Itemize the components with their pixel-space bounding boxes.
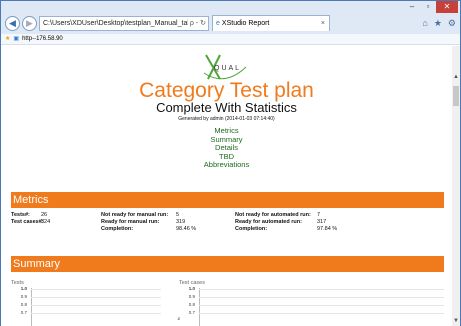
stat-label: Ready for manual run: <box>101 219 160 225</box>
logo-text: QUAL <box>214 65 242 72</box>
back-button[interactable]: ◀ <box>5 15 20 31</box>
gridline <box>31 305 161 306</box>
gridline <box>31 297 161 298</box>
address-bar[interactable]: C:\Users\XDUser\Desktop\testplan_Manual_… <box>39 15 209 31</box>
tab-close-icon[interactable]: × <box>321 16 329 31</box>
window-controls: – ▫ ✕ <box>404 1 458 13</box>
tick-label: 0.9 <box>188 294 195 299</box>
ie-icon: e <box>216 20 220 27</box>
address-text: C:\Users\XDUser\Desktop\testplan_Manual_… <box>43 19 188 27</box>
forward-button[interactable]: ▶ <box>22 15 37 31</box>
toolbar-icons: ⌂ ★ ⚙ <box>422 18 456 29</box>
stat-value: 324 <box>41 219 51 225</box>
stat-value: 7 <box>317 212 321 218</box>
summary-heading: Summary <box>11 256 444 272</box>
stat-value: 98.46 % <box>176 226 197 232</box>
tick-label: 1.0 <box>188 286 195 291</box>
stat-label: Tests#: <box>11 212 30 218</box>
maximize-button[interactable]: ▫ <box>420 1 436 13</box>
tests-plot-area <box>31 288 161 326</box>
scroll-down-icon[interactable]: ▼ <box>452 318 460 326</box>
stat-value: 97.84 % <box>317 226 338 232</box>
scroll-thumb[interactable] <box>453 86 459 106</box>
scroll-up-icon[interactable]: ▲ <box>452 74 460 82</box>
tick-label: 0.9 <box>20 294 27 299</box>
address-controls[interactable]: ρ - ↻ <box>188 17 208 30</box>
stat-label: Completion: <box>101 226 134 232</box>
vertical-scrollbar[interactable]: ▲ ▼ <box>452 46 460 326</box>
favorites-star-icon[interactable]: ★ <box>5 34 10 44</box>
table-of-contents: Metrics Summary Details TBD Abbreviation… <box>1 126 452 170</box>
stat-label: Test cases#: <box>11 219 44 225</box>
report-subtitle: Complete With Statistics <box>156 100 297 115</box>
gridline <box>199 297 444 298</box>
testcases-plot-area <box>199 288 444 326</box>
tick-label: 0.8 <box>188 302 195 307</box>
browser-chrome: – ▫ ✕ ◀ ▶ C:\Users\XDUser\Desktop\testpl… <box>1 1 460 34</box>
metrics-heading: Metrics <box>11 192 444 208</box>
settings-icon[interactable]: ⚙ <box>448 18 456 29</box>
favorites-icon[interactable]: ★ <box>434 18 442 29</box>
stat-value: 5 <box>176 212 180 218</box>
stat-label: Not ready for automated run: <box>235 212 311 218</box>
home-icon[interactable]: ⌂ <box>422 18 427 29</box>
gridline <box>31 289 161 290</box>
gridline <box>31 313 161 314</box>
metrics-stats: Tests#: 26 Not ready for manual run: 5 N… <box>11 212 444 233</box>
tick-label: 0.7 <box>188 310 195 315</box>
stat-value: 317 <box>317 219 327 225</box>
tab-xstudio-report[interactable]: e XStudio Report × <box>212 15 330 31</box>
stat-label: Ready for automated run: <box>235 219 302 225</box>
gridline <box>199 305 444 306</box>
tick-label: 1.0 <box>20 286 27 291</box>
gridline <box>199 289 444 290</box>
browser-window: – ▫ ✕ ◀ ▶ C:\Users\XDUser\Desktop\testpl… <box>0 0 461 326</box>
generated-by: Generated by admin (2014-01-03 07:14:40) <box>178 116 275 122</box>
nav-row: ◀ ▶ C:\Users\XDUser\Desktop\testplan_Man… <box>5 14 456 32</box>
tick-label: 0.7 <box>20 310 27 315</box>
page-icon: ▣ <box>13 36 20 42</box>
stat-value: 319 <box>176 219 186 225</box>
page-content: QUAL Category Test plan Complete With St… <box>1 46 452 326</box>
close-button[interactable]: ✕ <box>436 1 458 13</box>
toc-link-abbreviations[interactable]: Abbreviations <box>1 160 452 170</box>
stat-label: Not ready for manual run: <box>101 212 169 218</box>
tick-label: 0.8 <box>20 302 27 307</box>
favorite-link[interactable]: http--176.58.90 <box>22 34 63 44</box>
stat-value: 26 <box>41 212 48 218</box>
stat-label: Completion: <box>235 226 268 232</box>
favorites-bar: ★ ▣ http--176.58.90 <box>1 34 460 45</box>
summary-charts: Tests 1.0 0.9 0.8 0.7 Test cases 1.0 0.9… <box>11 280 444 326</box>
tab-title: XStudio Report <box>221 20 270 27</box>
axis-label: fc <box>176 316 181 320</box>
minimize-button[interactable]: – <box>404 1 420 13</box>
gridline <box>199 313 444 314</box>
